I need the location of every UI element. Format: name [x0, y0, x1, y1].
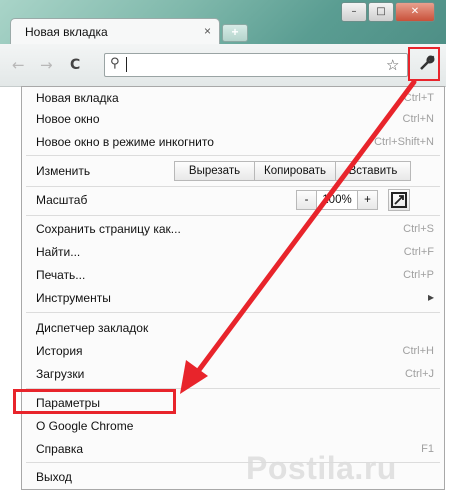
paste-button[interactable]: Вставить: [335, 161, 411, 181]
submenu-arrow-icon: ▸: [427, 290, 434, 304]
new-tab-button[interactable]: +: [222, 24, 248, 42]
cut-button[interactable]: Вырезать: [174, 161, 255, 181]
tab-title: Новая вкладка: [25, 25, 108, 39]
menu-item-downloads[interactable]: Загрузки: [36, 367, 84, 381]
menu-item-tools[interactable]: Инструменты: [36, 291, 111, 305]
chrome-main-menu: Новая вкладка Ctrl+T Новое окно Ctrl+N Н…: [21, 86, 445, 490]
browser-toolbar: ← → C ⚲ ☆: [0, 44, 446, 87]
watermark: Postila.ru: [246, 450, 397, 486]
menu-item-history[interactable]: История: [36, 344, 83, 358]
fullscreen-button[interactable]: [388, 189, 410, 211]
shortcut-save-page: Ctrl+S: [403, 223, 434, 235]
zoom-out-button[interactable]: -: [296, 190, 317, 210]
address-bar[interactable]: ⚲: [104, 53, 408, 77]
minimize-button[interactable]: –: [341, 2, 367, 22]
copy-button[interactable]: Копировать: [254, 161, 336, 181]
shortcut-incognito: Ctrl+Shift+N: [374, 136, 434, 148]
zoom-in-button[interactable]: +: [357, 190, 378, 210]
search-icon: ⚲: [110, 56, 120, 71]
shortcut-print: Ctrl+P: [403, 269, 434, 281]
text-cursor: [126, 57, 127, 72]
bookmark-star-icon[interactable]: ☆: [386, 56, 399, 74]
menu-item-about[interactable]: О Google Chrome: [36, 419, 133, 433]
menu-item-print[interactable]: Печать...: [36, 268, 85, 282]
menu-item-new-tab[interactable]: Новая вкладка: [36, 91, 119, 105]
menu-item-find[interactable]: Найти...: [36, 245, 80, 259]
reload-icon[interactable]: C: [70, 57, 80, 73]
tab-close-icon[interactable]: ×: [204, 24, 211, 38]
menu-separator: [26, 186, 440, 187]
torn-edge: [446, 0, 460, 498]
menu-item-bookmarks-manager[interactable]: Диспетчер закладок: [36, 321, 148, 335]
menu-item-zoom: Масштаб: [36, 193, 88, 207]
shortcut-new-window: Ctrl+N: [402, 113, 434, 125]
fullscreen-icon: [391, 192, 407, 208]
shortcut-history: Ctrl+H: [402, 345, 434, 357]
menu-item-edit: Изменить: [36, 164, 91, 178]
close-window-button[interactable]: ✕: [395, 2, 435, 22]
menu-separator: [26, 215, 440, 216]
menu-item-new-window[interactable]: Новое окно: [36, 112, 100, 126]
browser-tab[interactable]: Новая вкладка ×: [10, 18, 220, 45]
settings-highlight-box: [13, 389, 176, 414]
shortcut-new-tab: Ctrl+T: [403, 92, 434, 104]
shortcut-find: Ctrl+F: [403, 246, 434, 258]
forward-arrow-icon[interactable]: →: [40, 56, 53, 74]
maximize-button[interactable]: □: [368, 2, 394, 22]
shortcut-help: F1: [421, 443, 434, 455]
menu-item-incognito[interactable]: Новое окно в режиме инкогнито: [36, 135, 214, 149]
menu-separator: [26, 155, 440, 156]
shortcut-downloads: Ctrl+J: [404, 368, 434, 380]
menu-item-save-page[interactable]: Сохранить страницу как...: [36, 222, 181, 236]
back-arrow-icon[interactable]: ←: [12, 56, 25, 74]
menu-item-help[interactable]: Справка: [36, 442, 83, 456]
menu-separator: [26, 312, 440, 313]
wrench-highlight-box: [408, 47, 440, 81]
window-titlebar: – □ ✕ Новая вкладка × +: [0, 0, 446, 45]
menu-item-exit[interactable]: Выход: [36, 470, 72, 484]
zoom-level: 100%: [316, 190, 358, 210]
